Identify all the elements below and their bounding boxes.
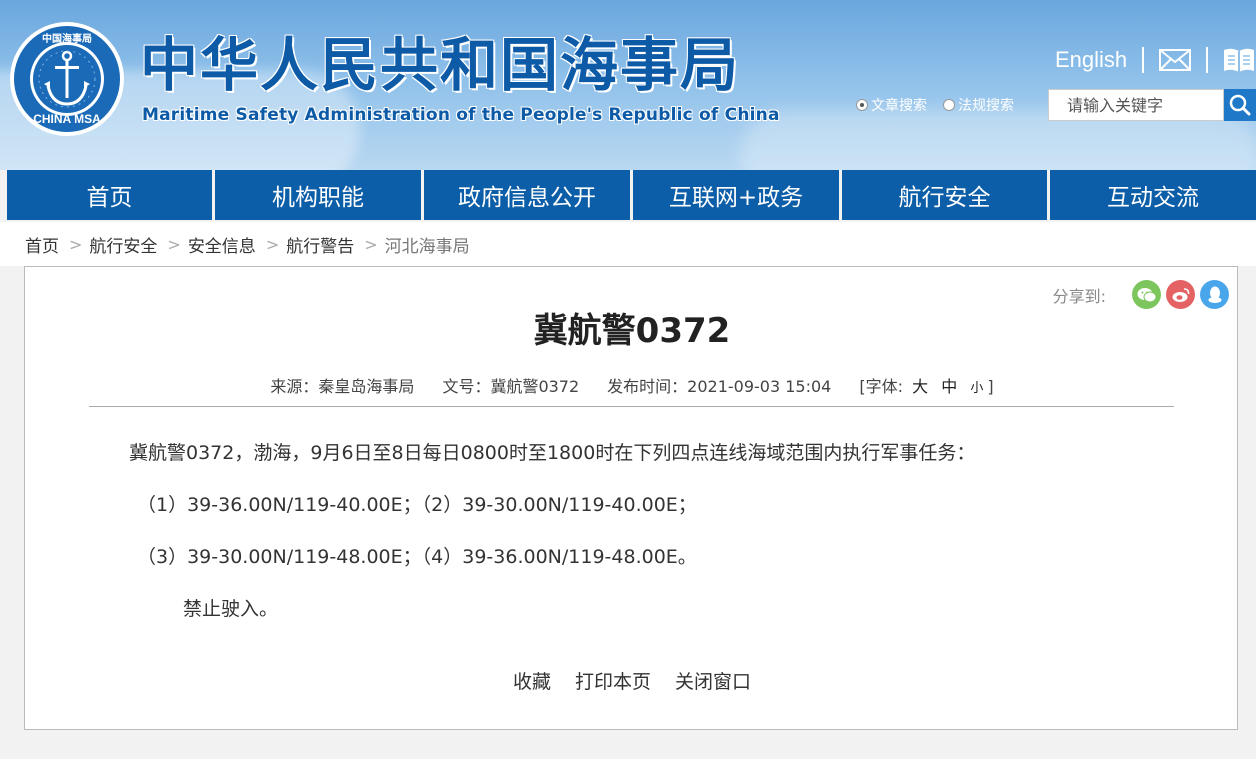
article-paragraph: （1）39-36.00N/119-40.00E；（2）39-30.00N/119… xyxy=(137,494,697,516)
logo-ring-text: 中国海事局 xyxy=(42,32,92,45)
breadcrumb-home[interactable]: 首页 xyxy=(25,232,59,257)
font-size-bracket: ] xyxy=(987,377,994,396)
english-link[interactable]: English xyxy=(1055,47,1127,73)
search-option-article[interactable]: 文章搜索 xyxy=(856,95,927,115)
breadcrumb: 首页 > 航行安全 > 安全信息 > 航行警告 > 河北海事局 xyxy=(0,222,1256,266)
print-link[interactable]: 打印本页 xyxy=(575,667,651,694)
article-doc-number: 文号：冀航警0372 xyxy=(442,377,580,396)
top-links: English xyxy=(1055,44,1255,76)
breadcrumb-safety-info[interactable]: 安全信息 xyxy=(188,232,256,257)
search-input[interactable] xyxy=(1048,89,1224,121)
nav-item-functions[interactable]: 机构职能 xyxy=(215,170,421,220)
chevron-right-icon: > xyxy=(364,234,378,254)
chevron-right-icon: > xyxy=(265,234,280,254)
article-source: 来源：秦皇岛海事局 xyxy=(270,377,415,396)
breadcrumb-nav-safety[interactable]: 航行安全 xyxy=(89,232,157,257)
radio-selected[interactable] xyxy=(856,99,868,111)
nav-item-internet-gov[interactable]: 互联网+政务 xyxy=(633,170,839,220)
article-body: 冀航警0372，渤海，9月6日至8日每日0800时至1800时在下列四点连线海域… xyxy=(129,439,975,647)
close-window-link[interactable]: 关闭窗口 xyxy=(675,667,751,694)
search-option-law-label: 法规搜索 xyxy=(958,98,1014,114)
msa-logo[interactable]: 中国海事局 CHINA MSA xyxy=(8,20,126,138)
chevron-right-icon: > xyxy=(167,234,181,254)
article-actions: 收藏 打印本页 关闭窗口 xyxy=(25,667,1239,694)
nav-item-gov-info[interactable]: 政府信息公开 xyxy=(424,170,630,220)
article-meta: 来源：秦皇岛海事局 文号：冀航警0372 发布时间：2021-09-03 15:… xyxy=(25,373,1239,397)
font-size-switcher: [字体: 大 中 小] xyxy=(859,373,993,397)
article-container: 分享到: 冀航警0372 来源：秦皇岛海事局 文号：冀航警0372 发布时间：2… xyxy=(24,266,1238,730)
search-button[interactable] xyxy=(1224,89,1256,121)
article-paragraph: 冀航警0372，渤海，9月6日至8日每日0800时至1800时在下列四点连线海域… xyxy=(129,442,976,464)
font-size-label: [字体: xyxy=(859,377,903,396)
search-option-article-label: 文章搜索 xyxy=(871,98,927,114)
book-icon[interactable] xyxy=(1223,47,1255,73)
nav-item-nav-safety[interactable]: 航行安全 xyxy=(842,170,1047,220)
site-subtitle: Maritime Safety Administration of the Pe… xyxy=(142,105,780,125)
article-paragraph: （3）39-30.00N/119-48.00E；（4）39-36.00N/119… xyxy=(137,546,697,568)
site-header: 中国海事局 CHINA MSA 中华人民共和国海事局 Maritime Safe… xyxy=(0,0,1256,170)
search-icon xyxy=(1229,94,1251,116)
radio-unselected[interactable] xyxy=(943,99,955,111)
search-option-law[interactable]: 法规搜索 xyxy=(943,95,1014,115)
breadcrumb-nav-warning[interactable]: 航行警告 xyxy=(286,232,354,257)
divider xyxy=(89,406,1174,407)
favorite-link[interactable]: 收藏 xyxy=(513,667,551,694)
search-type-group: 文章搜索 法规搜索 xyxy=(856,95,1030,115)
article-title: 冀航警0372 xyxy=(533,311,731,351)
font-size-large[interactable]: 大 xyxy=(912,377,928,396)
divider xyxy=(1142,47,1145,73)
article-publish-time: 发布时间：2021-09-03 15:04 xyxy=(607,377,832,396)
chevron-right-icon: > xyxy=(69,234,83,254)
logo-bottom-text: CHINA MSA xyxy=(33,112,101,126)
site-title: 中华人民共和国海事局 xyxy=(140,31,741,99)
mail-icon[interactable] xyxy=(1159,49,1192,71)
nav-item-interaction[interactable]: 互动交流 xyxy=(1050,170,1256,220)
article-paragraph: 禁止驶入。 xyxy=(183,598,279,620)
breadcrumb-hebei-msa[interactable]: 河北海事局 xyxy=(385,232,470,257)
font-size-small[interactable]: 小 xyxy=(970,381,983,396)
nav-item-home[interactable]: 首页 xyxy=(7,170,212,220)
main-nav: 首页 机构职能 政府信息公开 互联网+政务 航行安全 互动交流 xyxy=(0,170,1256,222)
divider xyxy=(1206,47,1209,73)
font-size-medium[interactable]: 中 xyxy=(941,377,957,396)
